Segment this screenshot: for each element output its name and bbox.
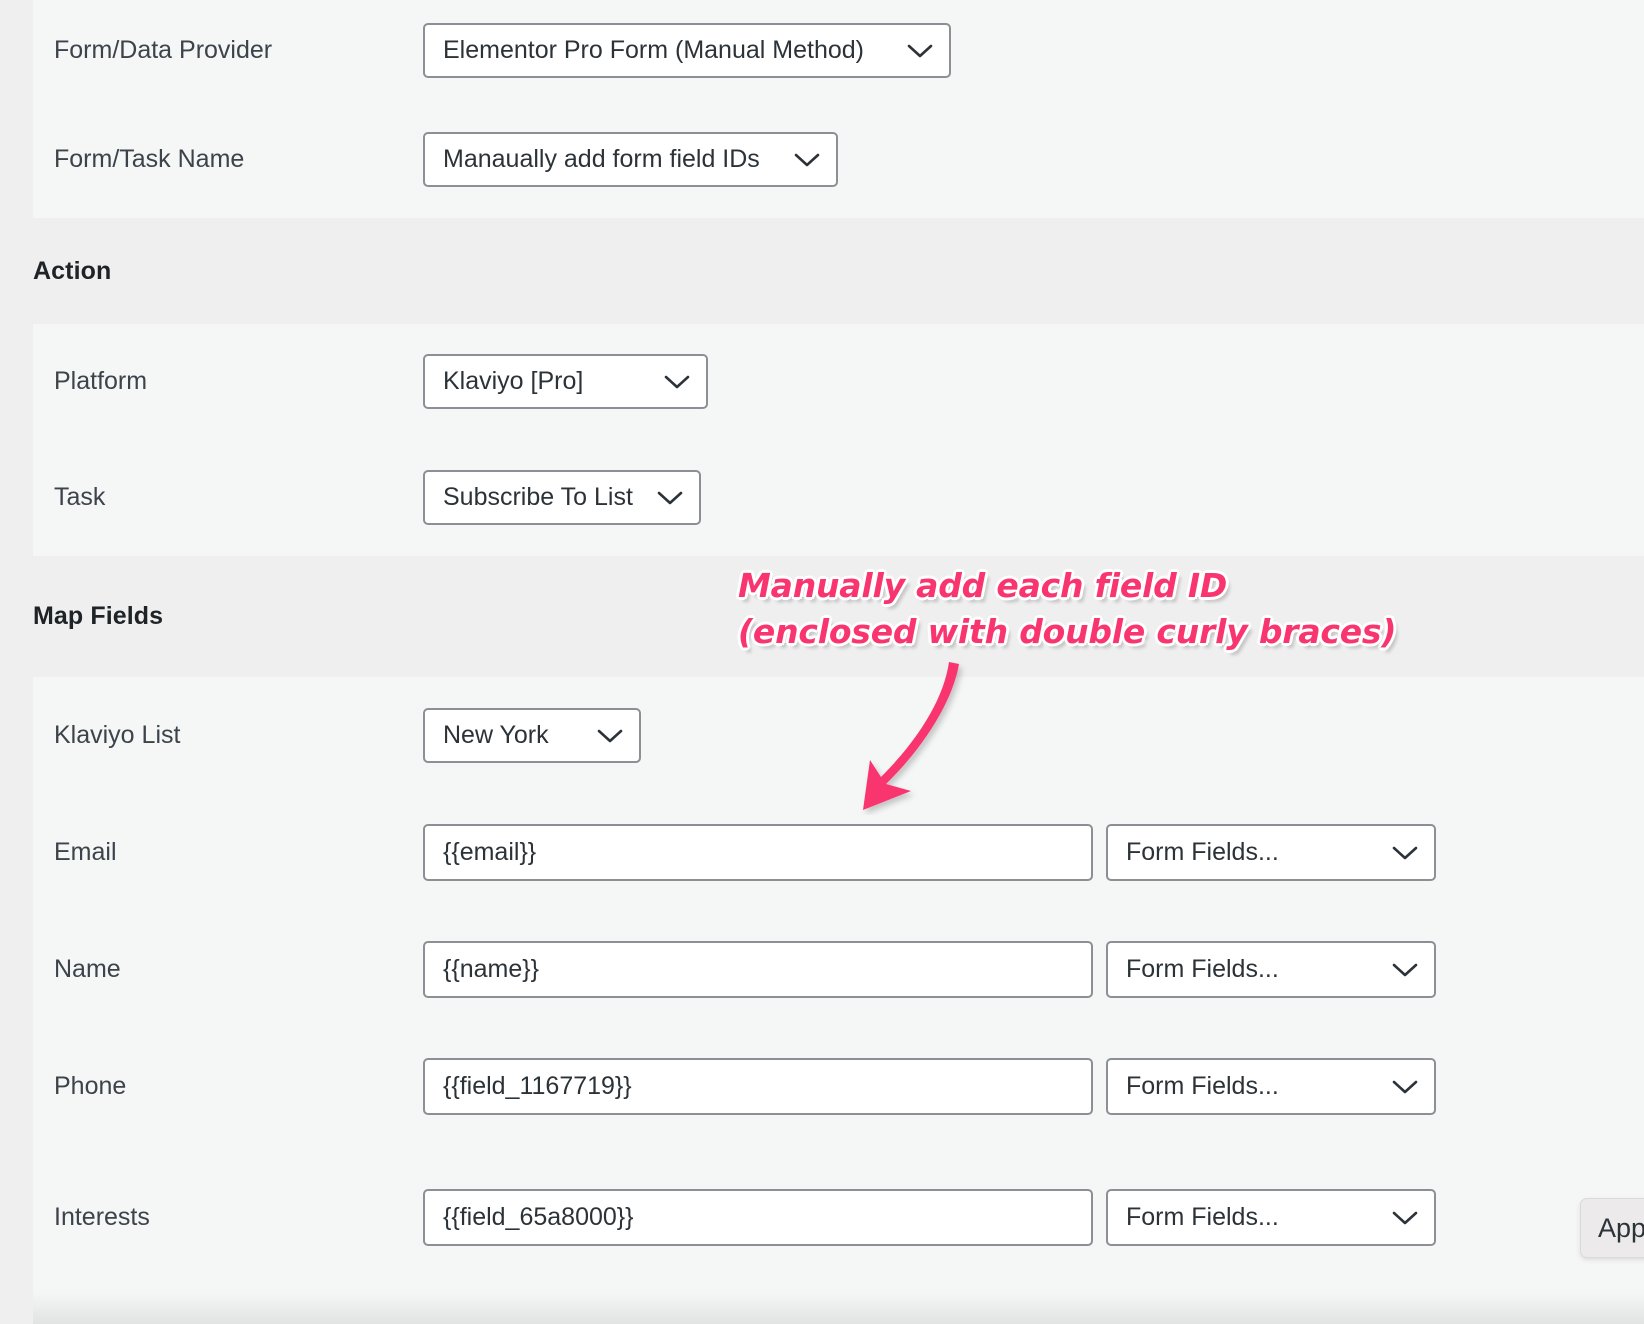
annotation-line-2: (enclosed with double curly braces) (738, 612, 1397, 651)
row-form-data-provider: Form/Data Provider Elementor Pro Form (M… (33, 0, 1644, 101)
select-interests-form-fields[interactable]: Form Fields... (1106, 1189, 1436, 1246)
label-task: Task (54, 483, 106, 511)
select-phone-form-fields[interactable]: Form Fields... (1106, 1058, 1436, 1115)
label-email: Email (54, 838, 117, 866)
label-form-data-provider: Form/Data Provider (54, 36, 273, 64)
chevron-down-icon (657, 490, 683, 506)
label-klaviyo-list: Klaviyo List (54, 721, 181, 749)
select-task-value: Subscribe To List (443, 483, 633, 511)
label-form-task-name: Form/Task Name (54, 145, 245, 173)
chevron-down-icon (1392, 1210, 1418, 1226)
annotation-text: Manually add each field ID (enclosed wit… (738, 563, 1396, 655)
label-interests: Interests (54, 1203, 150, 1231)
label-phone: Phone (54, 1072, 127, 1100)
select-form-task-name-value: Manaually add form field IDs (443, 145, 760, 173)
chevron-down-icon (597, 728, 623, 744)
select-klaviyo-list[interactable]: New York (423, 708, 641, 763)
select-phone-form-fields-value: Form Fields... (1126, 1072, 1279, 1100)
name-field-input[interactable]: {{name}} (423, 941, 1093, 998)
chevron-down-icon (1392, 845, 1418, 861)
chevron-down-icon (1392, 962, 1418, 978)
select-form-data-provider[interactable]: Elementor Pro Form (Manual Method) (423, 23, 951, 78)
interests-field-input[interactable]: {{field_65a8000}} (423, 1189, 1093, 1246)
apply-button[interactable]: App (1580, 1198, 1644, 1258)
row-klaviyo-list: Klaviyo List New York (33, 677, 1644, 794)
row-email: Email {{email}} Form Fields... (33, 794, 1644, 911)
settings-panel: Form/Data Provider Elementor Pro Form (M… (0, 0, 1644, 1324)
select-form-data-provider-value: Elementor Pro Form (Manual Method) (443, 36, 864, 64)
section-title-map-fields: Map Fields (33, 602, 164, 630)
chevron-down-icon (664, 374, 690, 390)
chevron-down-icon (907, 43, 933, 59)
label-platform: Platform (54, 367, 148, 395)
row-form-task-name: Form/Task Name Manaually add form field … (33, 101, 1644, 218)
section-title-action: Action (33, 256, 112, 285)
row-interests: Interests {{field_65a8000}} Form Fields.… (33, 1145, 1644, 1290)
select-interests-form-fields-value: Form Fields... (1126, 1203, 1279, 1231)
select-klaviyo-list-value: New York (443, 721, 549, 749)
select-email-form-fields[interactable]: Form Fields... (1106, 824, 1436, 881)
select-email-form-fields-value: Form Fields... (1126, 838, 1279, 866)
select-name-form-fields-value: Form Fields... (1126, 955, 1279, 983)
email-field-input[interactable]: {{email}} (423, 824, 1093, 881)
phone-field-input[interactable]: {{field_1167719}} (423, 1058, 1093, 1115)
select-form-task-name[interactable]: Manaually add form field IDs (423, 132, 838, 187)
select-name-form-fields[interactable]: Form Fields... (1106, 941, 1436, 998)
annotation-arrow-icon (845, 660, 975, 820)
row-name: Name {{name}} Form Fields... (33, 911, 1644, 1028)
row-phone: Phone {{field_1167719}} Form Fields... (33, 1028, 1644, 1145)
annotation-line-1: Manually add each field ID (738, 566, 1228, 605)
row-platform: Platform Klaviyo [Pro] (33, 324, 1644, 439)
select-task[interactable]: Subscribe To List (423, 470, 701, 525)
row-task: Task Subscribe To List (33, 439, 1644, 556)
bottom-fade (33, 1294, 1644, 1324)
section-header-action: Action (0, 218, 1644, 324)
select-platform-value: Klaviyo [Pro] (443, 367, 584, 395)
select-platform[interactable]: Klaviyo [Pro] (423, 354, 708, 409)
label-name: Name (54, 955, 121, 983)
chevron-down-icon (1392, 1079, 1418, 1095)
chevron-down-icon (794, 152, 820, 168)
